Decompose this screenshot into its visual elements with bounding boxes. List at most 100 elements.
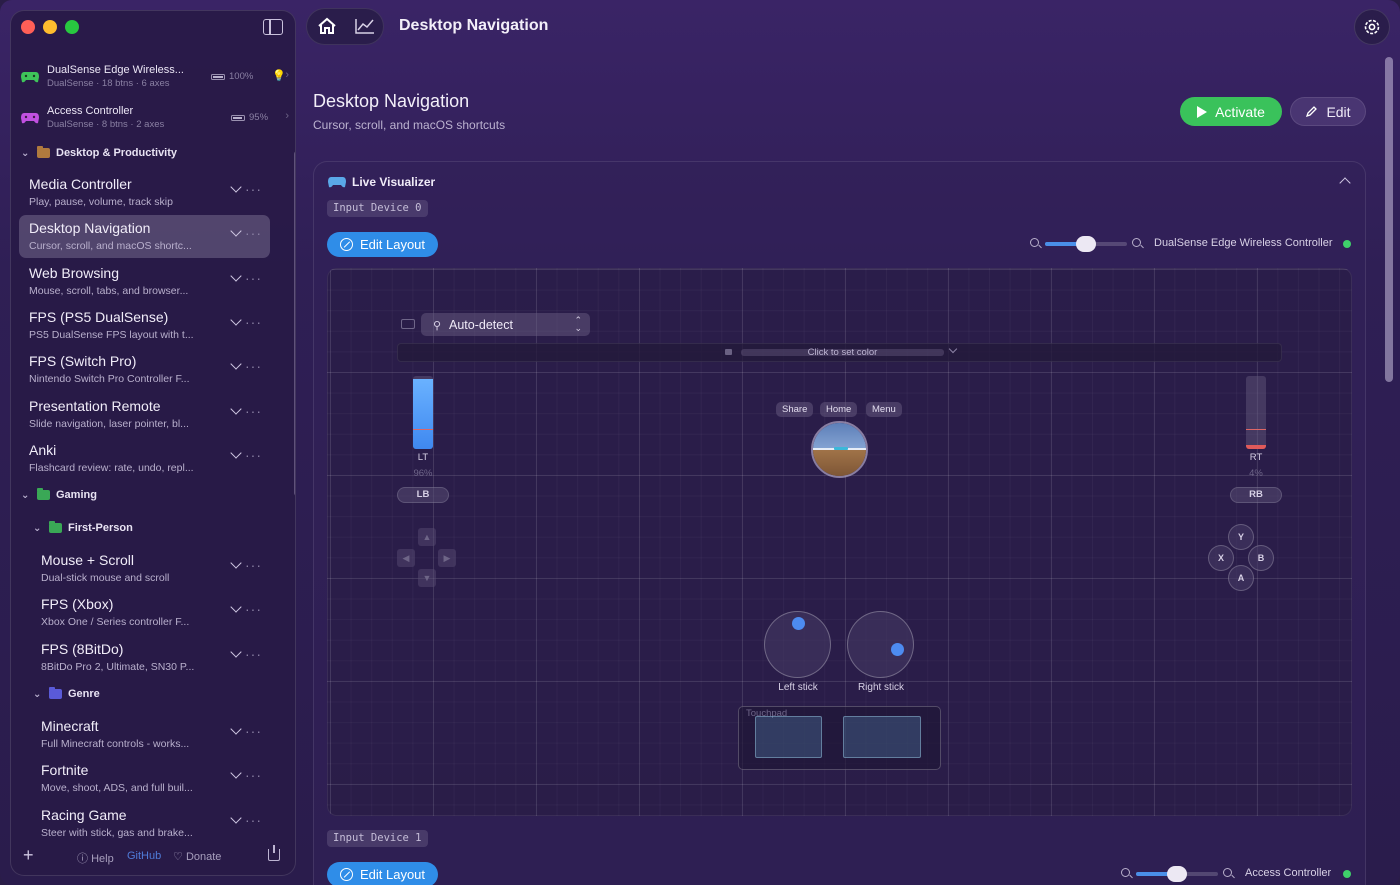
chevron-down-icon[interactable] — [230, 314, 242, 326]
more-icon[interactable]: ··· — [245, 447, 262, 463]
zoom-in-icon[interactable] — [1132, 238, 1141, 247]
home-button[interactable]: Home — [820, 402, 858, 417]
profile-item[interactable]: FPS (Switch Pro) Nintendo Switch Pro Con… — [19, 348, 270, 391]
app-window: DualSense Edge Wireless... DualSense · 1… — [0, 0, 1400, 885]
stats-chart-icon[interactable] — [355, 18, 375, 34]
face-button-y[interactable]: Y — [1228, 524, 1254, 550]
rb-button[interactable]: RB — [1230, 487, 1282, 503]
zoom-knob[interactable] — [1076, 236, 1096, 252]
lb-button[interactable]: LB — [397, 487, 449, 503]
more-icon[interactable]: ··· — [245, 403, 262, 419]
main-scrollbar[interactable] — [1385, 57, 1393, 382]
zoom-slider[interactable] — [1121, 866, 1235, 882]
edit-layout-button[interactable]: Edit Layout — [327, 232, 438, 257]
right-stick[interactable] — [847, 611, 914, 678]
input-device-badge: Input Device 1 — [327, 830, 428, 847]
chevron-down-icon[interactable] — [230, 447, 242, 459]
profile-item[interactable]: Fortnite Move, shoot, ADS, and full buil… — [31, 757, 270, 800]
device-row-access-controller[interactable]: Access Controller DualSense · 8 btns · 2… — [21, 104, 289, 138]
lightbulb-icon[interactable]: 💡 — [272, 69, 286, 82]
touchpad-right-zone[interactable] — [843, 716, 921, 758]
more-icon[interactable]: ··· — [245, 181, 262, 197]
input-device-badge: Input Device 0 — [327, 200, 428, 217]
device-row-dualsense-edge[interactable]: DualSense Edge Wireless... DualSense · 1… — [21, 63, 289, 97]
zoom-in-icon[interactable] — [1223, 868, 1232, 877]
color-picker-bar[interactable]: Click to set color — [397, 343, 1282, 362]
activate-button[interactable]: Activate — [1180, 97, 1282, 126]
profile-item[interactable]: FPS (Xbox) Xbox One / Series controller … — [31, 591, 270, 634]
edit-layout-button[interactable]: Edit Layout — [327, 862, 438, 885]
dpad-down-button[interactable]: ▼ — [418, 569, 436, 587]
profile-item[interactable]: Minecraft Full Minecraft controls - work… — [31, 713, 270, 756]
left-stick[interactable] — [764, 611, 831, 678]
profile-item-selected[interactable]: Desktop Navigation Cursor, scroll, and m… — [19, 215, 270, 258]
right-trigger-meter — [1246, 376, 1266, 449]
folder-icon — [49, 521, 62, 533]
touchpad-left-zone[interactable] — [755, 716, 822, 758]
sidebar-scrollbar[interactable] — [294, 151, 295, 496]
home-icon[interactable] — [317, 17, 337, 35]
profile-item[interactable]: Web Browsing Mouse, scroll, tabs, and br… — [19, 260, 270, 303]
chevron-right-icon[interactable]: › — [285, 110, 289, 122]
group-desktop-productivity[interactable]: ⌄ Desktop & Productivity — [21, 146, 177, 159]
dpad-left-button[interactable]: ◀ — [397, 549, 415, 567]
zoom-knob[interactable] — [1167, 866, 1187, 882]
menu-button[interactable]: Menu — [866, 402, 902, 417]
more-icon[interactable]: ··· — [245, 646, 262, 662]
chevron-right-icon[interactable]: › — [285, 69, 289, 81]
sidebar-toggle-icon[interactable] — [263, 19, 283, 35]
more-icon[interactable]: ··· — [245, 557, 262, 573]
chevron-down-icon[interactable] — [230, 181, 242, 193]
edit-button[interactable]: Edit — [1290, 97, 1366, 126]
chevron-down-icon[interactable] — [230, 812, 242, 824]
touchpad[interactable]: Touchpad — [738, 706, 941, 770]
profile-item[interactable]: Mouse + Scroll Dual-stick mouse and scro… — [31, 547, 270, 590]
group-genre[interactable]: ⌄ Genre — [33, 687, 100, 700]
more-icon[interactable]: ··· — [245, 812, 262, 828]
chevron-down-icon[interactable] — [230, 358, 242, 370]
zoom-out-icon[interactable] — [1121, 868, 1130, 877]
github-link[interactable]: GitHub — [127, 850, 161, 862]
more-icon[interactable]: ··· — [245, 723, 262, 739]
face-button-a[interactable]: A — [1228, 565, 1254, 591]
profile-item[interactable]: FPS (PS5 DualSense) PS5 DualSense FPS la… — [19, 304, 270, 347]
chevron-down-icon[interactable] — [230, 403, 242, 415]
chevron-down-icon[interactable] — [230, 646, 242, 658]
settings-button[interactable] — [1354, 9, 1390, 45]
chevron-down-icon[interactable] — [230, 270, 242, 282]
profile-item[interactable]: Presentation Remote Slide navigation, la… — [19, 393, 270, 436]
chevron-down-icon[interactable] — [230, 767, 242, 779]
profile-item[interactable]: FPS (8BitDo) 8BitDo Pro 2, Ultimate, SN3… — [31, 636, 270, 679]
donate-link[interactable]: ♡ Donate — [173, 850, 221, 863]
more-icon[interactable]: ··· — [245, 270, 262, 286]
chevron-down-icon[interactable] — [230, 557, 242, 569]
zoom-window-button[interactable] — [65, 20, 79, 34]
more-icon[interactable]: ··· — [245, 314, 262, 330]
zoom-slider[interactable] — [1030, 236, 1144, 252]
download-icon[interactable] — [268, 845, 280, 861]
close-window-button[interactable] — [21, 20, 35, 34]
group-first-person[interactable]: ⌄ First-Person — [33, 521, 133, 534]
heart-icon: ♡ — [173, 851, 183, 863]
more-icon[interactable]: ··· — [245, 601, 262, 617]
more-icon[interactable]: ··· — [245, 225, 262, 241]
profile-item[interactable]: Anki Flashcard review: rate, undo, repl.… — [19, 437, 270, 480]
profile-item[interactable]: Media Controller Play, pause, volume, tr… — [19, 171, 270, 214]
chevron-down-icon[interactable] — [230, 225, 242, 237]
group-gaming[interactable]: ⌄ Gaming — [21, 488, 97, 501]
chevron-down-icon[interactable] — [230, 723, 242, 735]
share-button[interactable]: Share — [776, 402, 814, 417]
chevron-down-icon[interactable] — [230, 601, 242, 613]
more-icon[interactable]: ··· — [245, 767, 262, 783]
dpad-right-button[interactable]: ▶ — [438, 549, 456, 567]
chevron-down-icon[interactable] — [948, 344, 958, 354]
help-link[interactable]: ⓘ Help — [77, 850, 114, 866]
add-profile-button[interactable]: + — [23, 845, 34, 866]
face-button-x[interactable]: X — [1208, 545, 1234, 571]
face-button-b[interactable]: B — [1248, 545, 1274, 571]
zoom-out-icon[interactable] — [1030, 238, 1039, 247]
minimize-window-button[interactable] — [43, 20, 57, 34]
dpad-up-button[interactable]: ▲ — [418, 528, 436, 546]
controller-type-select[interactable]: ⚲ Auto-detect ⌃ ⌄ — [421, 313, 590, 336]
more-icon[interactable]: ··· — [245, 358, 262, 374]
